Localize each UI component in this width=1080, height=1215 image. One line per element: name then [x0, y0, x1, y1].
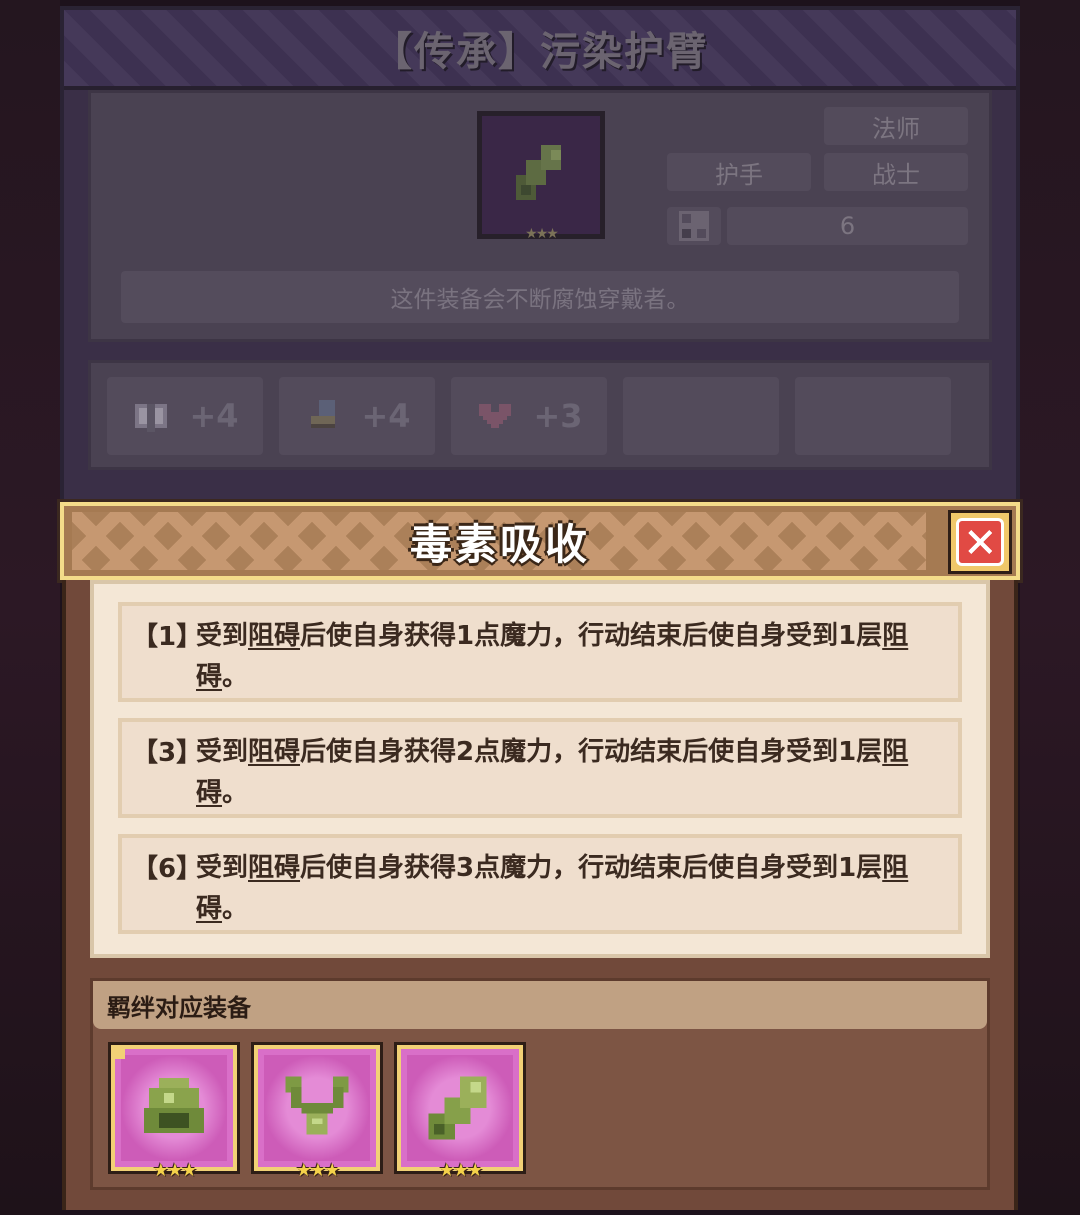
close-icon[interactable] — [956, 518, 1004, 566]
background-right — [1020, 0, 1080, 1215]
bond-item-ring[interactable]: ★★★ — [111, 1045, 237, 1181]
effect-card: 【1】 受到阻碍后使自身获得1点魔力，行动结束后使自身受到1层阻碍。 — [118, 602, 962, 702]
item-stars: ★★★ — [525, 226, 559, 242]
item-title: 【传承】污染护臂 — [372, 29, 708, 75]
bond-item-bracer[interactable]: ★★★ — [397, 1045, 523, 1181]
item-title-bar: 【传承】污染护臂 — [64, 10, 1016, 90]
modal-header: 毒素吸收 — [60, 502, 1020, 580]
tag-item-type: 护手 — [667, 153, 811, 191]
stat-spellbook-value: +4 — [189, 397, 239, 435]
effects-panel: 【1】 受到阻碍后使自身获得1点魔力，行动结束后使自身受到1层阻碍。 【3】 受… — [90, 580, 990, 958]
polluted-bracer-icon — [516, 145, 561, 200]
effect-text-pre: 受到 — [196, 853, 249, 883]
effect-text: 受到阻碍后使自身获得2点魔力，行动结束后使自身受到1层阻碍。 — [196, 732, 928, 814]
effect-level: 【3】 — [132, 738, 203, 768]
bond-item-stars: ★★★ — [438, 1160, 483, 1181]
stat-boot-value: +4 — [361, 397, 411, 435]
item-detail-panel: 【传承】污染护臂 ★★★ 法师 护手 战士 6 这件装备会不断腐蚀穿戴者。 +4… — [60, 6, 1020, 566]
effect-card: 【3】 受到阻碍后使自身获得2点魔力，行动结束后使自身受到1层阻碍。 — [118, 718, 962, 818]
effect-text-mid: 后使自身获得3点魔力，行动结束后使自身受到1层 — [300, 853, 883, 883]
slot-grid-icon — [667, 207, 721, 245]
effect-card: 【6】 受到阻碍后使自身获得3点魔力，行动结束后使自身受到1层阻碍。 — [118, 834, 962, 934]
modal-title: 毒素吸收 — [409, 519, 590, 569]
close-button[interactable] — [948, 510, 1012, 574]
effect-text: 受到阻碍后使自身获得1点魔力，行动结束后使自身受到1层阻碍。 — [196, 616, 928, 698]
effect-text-pre: 受到 — [196, 737, 249, 767]
stat-cell-empty-1 — [623, 377, 779, 455]
item-info-area: ★★★ 法师 护手 战士 6 这件装备会不断腐蚀穿戴者。 — [88, 90, 992, 342]
bond-equipment-header: 羁绊对应装备 — [93, 981, 987, 1029]
heart-icon — [475, 396, 515, 436]
bond-item-stars: ★★★ — [295, 1160, 340, 1181]
stat-heart-value: +3 — [533, 397, 583, 435]
effect-text-mid: 后使自身获得1点魔力，行动结束后使自身受到1层 — [300, 621, 883, 651]
keyword-link[interactable]: 阻碍 — [248, 621, 300, 651]
item-stats-row: +4 +4 +3 — [88, 360, 992, 470]
tag-class-warrior: 战士 — [824, 153, 968, 191]
keyword-link[interactable]: 阻碍 — [248, 853, 300, 883]
frame-corner — [111, 1045, 125, 1059]
slime-necklace-icon — [285, 1076, 349, 1135]
effect-level: 【1】 — [132, 622, 203, 652]
stat-cell-boot: +4 — [279, 377, 435, 455]
effect-text-pre: 受到 — [196, 621, 249, 651]
effect-text-mid: 后使自身获得2点魔力，行动结束后使自身受到1层 — [300, 737, 883, 767]
modal-body: 【1】 受到阻碍后使自身获得1点魔力，行动结束后使自身受到1层阻碍。 【3】 受… — [62, 580, 1018, 1210]
tag-class-mage: 法师 — [824, 107, 968, 145]
slot-value: 6 — [727, 207, 968, 245]
effect-level: 【6】 — [132, 854, 203, 884]
effect-text-end: 。 — [222, 662, 249, 692]
effect-text-end: 。 — [222, 778, 249, 808]
stat-cell-spellbook: +4 — [107, 377, 263, 455]
stat-cell-heart: +3 — [451, 377, 607, 455]
bond-item-stars: ★★★ — [152, 1160, 197, 1181]
item-icon-frame: ★★★ — [477, 111, 605, 242]
item-description: 这件装备会不断腐蚀穿戴者。 — [121, 271, 959, 323]
effect-text: 受到阻碍后使自身获得3点魔力，行动结束后使自身受到1层阻碍。 — [196, 848, 928, 930]
polluted-bracer-icon — [428, 1076, 487, 1140]
bond-item-necklace[interactable]: ★★★ — [254, 1045, 380, 1181]
slime-ring-icon — [144, 1078, 204, 1133]
stat-cell-empty-2 — [795, 377, 951, 455]
background-left — [0, 0, 60, 1215]
spellbook-icon — [131, 396, 171, 436]
effect-text-end: 。 — [222, 894, 249, 924]
keyword-link[interactable]: 阻碍 — [248, 737, 300, 767]
bond-equipment-section: 羁绊对应装备 ★★★ ★★★ ★★★ — [90, 978, 990, 1190]
boot-icon — [303, 396, 343, 436]
